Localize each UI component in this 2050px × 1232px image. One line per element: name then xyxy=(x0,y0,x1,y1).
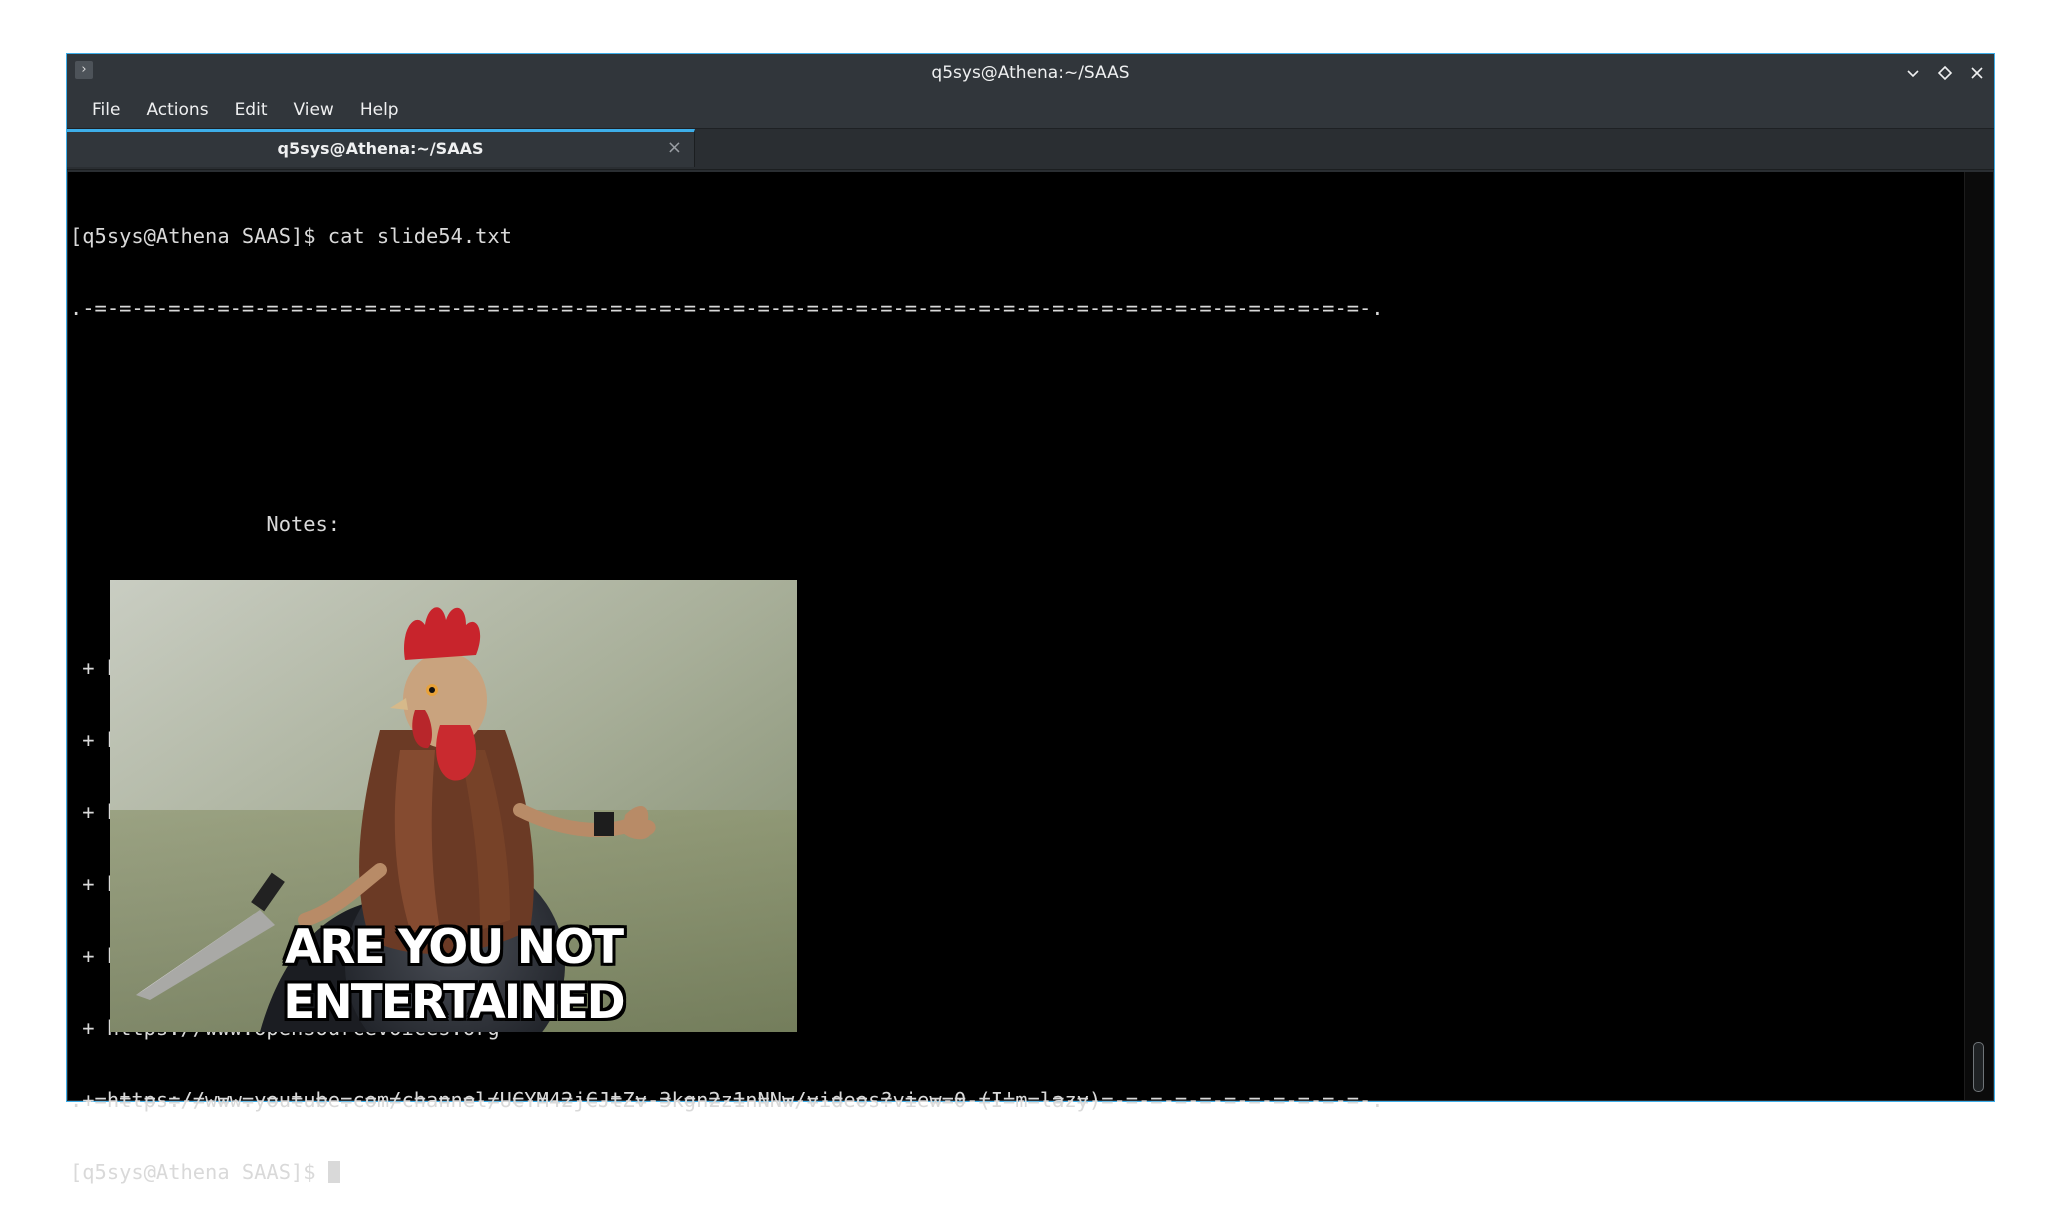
minimize-icon[interactable] xyxy=(1904,64,1922,82)
text-cursor xyxy=(327,1161,340,1183)
window-title: q5sys@Athena:~/SAAS xyxy=(931,63,1130,83)
command-line: [q5sys@Athena SAAS]$ cat slide54.txt xyxy=(70,224,512,248)
terminal-output[interactable]: [q5sys@Athena SAAS]$ cat slide54.txt .-=… xyxy=(68,172,1993,1184)
tab-bar: q5sys@Athena:~/SAAS × xyxy=(67,129,1994,170)
scrollbar-thumb[interactable] xyxy=(1973,1042,1984,1092)
tab-label: q5sys@Athena:~/SAAS xyxy=(277,139,484,158)
notes-heading: Notes: xyxy=(70,512,341,536)
title-bar[interactable]: › q5sys@Athena:~/SAAS xyxy=(67,54,1994,92)
close-icon[interactable] xyxy=(1968,64,1986,82)
menu-help[interactable]: Help xyxy=(347,92,412,128)
terminal-window: › q5sys@Athena:~/SAAS File Actions Edit … xyxy=(66,53,1995,1184)
meme-image: ARE YOU NOT ENTERTAINED xyxy=(110,580,797,1032)
tab-close-icon[interactable]: × xyxy=(667,132,682,164)
tab-session[interactable]: q5sys@Athena:~/SAAS × xyxy=(67,129,695,167)
maximize-icon[interactable] xyxy=(1936,64,1954,82)
menu-actions[interactable]: Actions xyxy=(133,92,221,128)
menu-view[interactable]: View xyxy=(280,92,346,128)
rule-top: .-=-=-=-=-=-=-=-=-=-=-=-=-=-=-=-=-=-=-=-… xyxy=(70,296,1384,320)
shell-prompt: [q5sys@Athena SAAS]$ xyxy=(70,1160,328,1184)
terminal-footer: .-=-=-=-=-=-=-=-=-=-=-=-=-=-=-=-=-=-=-=-… xyxy=(70,1040,1384,1232)
menu-edit[interactable]: Edit xyxy=(222,92,281,128)
window-controls xyxy=(1904,54,1986,92)
menu-file[interactable]: File xyxy=(79,92,133,128)
meme-caption: ARE YOU NOT ENTERTAINED xyxy=(283,920,625,1030)
rule-bottom: .-=-=-=-=-=-=-=-=-=-=-=-=-=-=-=-=-=-=-=-… xyxy=(70,1088,1384,1112)
prompt-line[interactable]: [q5sys@Athena SAAS]$ xyxy=(70,1160,1384,1184)
menu-bar: File Actions Edit View Help xyxy=(67,92,1994,129)
scrollbar[interactable] xyxy=(1964,172,1993,1100)
